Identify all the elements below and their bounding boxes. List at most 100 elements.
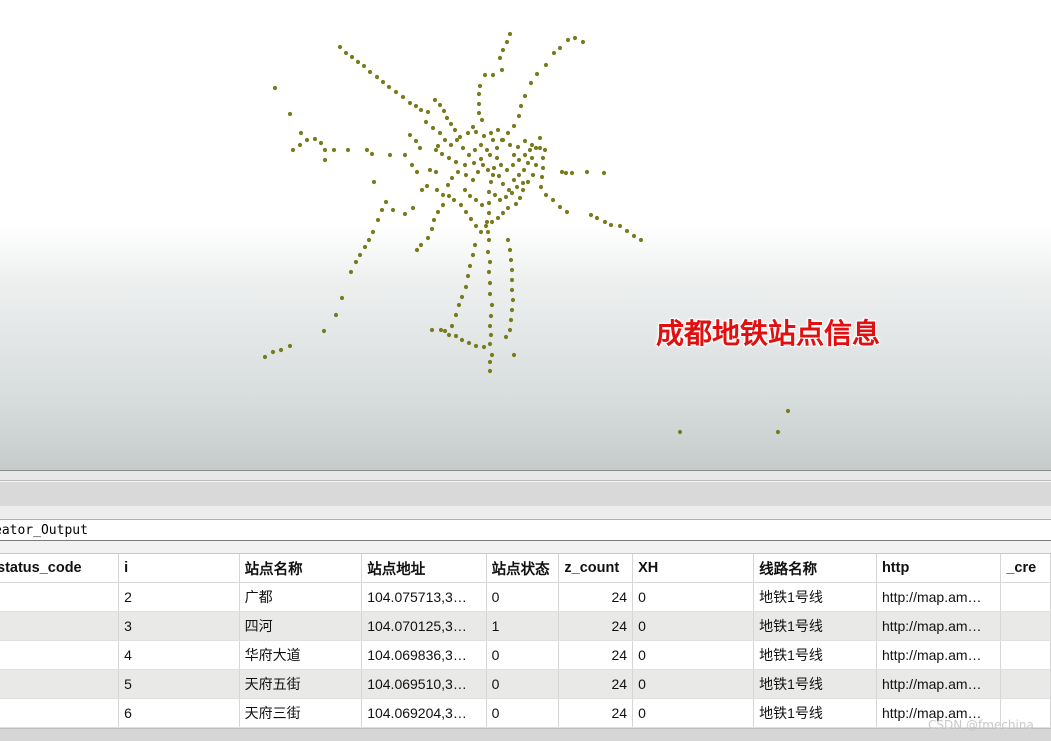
layer-tab[interactable]: eator_Output	[0, 520, 1051, 541]
station-point-icon	[498, 162, 504, 168]
station-point-icon	[470, 124, 476, 130]
table-row[interactable]: 6 天府三街 104.069204,3… 0 24 0 地铁1号线 http://map.am…	[0, 698, 1051, 728]
station-point-icon	[518, 103, 524, 109]
station-point-icon	[504, 39, 510, 45]
table-cell-z-count: 24	[558, 669, 634, 699]
station-point-icon	[504, 167, 510, 173]
station-point-icon	[357, 252, 363, 258]
map-title: 成都地铁站点信息	[656, 317, 881, 350]
station-point-icon	[418, 107, 424, 113]
table-cell-addr: 104.069204,3…	[361, 698, 487, 728]
station-point-icon	[485, 167, 491, 173]
table-row[interactable]: 2 广都 104.075713,3… 0 24 0 地铁1号线 http://map.am…	[0, 582, 1051, 612]
table-cell-xh: 0	[632, 582, 755, 612]
station-point-icon	[456, 302, 462, 308]
station-point-icon	[509, 277, 515, 283]
station-point-icon	[371, 179, 377, 185]
station-point-icon	[369, 151, 375, 157]
column-header[interactable]: 站点状态	[486, 554, 560, 583]
station-point-icon	[550, 197, 556, 203]
column-header[interactable]: 站点地址	[361, 554, 487, 583]
station-point-icon	[551, 50, 557, 56]
station-point-icon	[473, 197, 479, 203]
station-point-icon	[488, 179, 494, 185]
station-point-icon	[489, 352, 495, 358]
table-cell-http: http://map.am…	[876, 582, 1002, 612]
table-cell-name: 四河	[239, 611, 363, 641]
station-point-icon	[775, 429, 781, 435]
station-point-icon	[465, 273, 471, 279]
table-row[interactable]: 3 四河 104.070125,3… 1 24 0 地铁1号线 http://map.am…	[0, 611, 1051, 641]
station-point-icon	[486, 210, 492, 216]
map-view[interactable]: 成都地铁站点信息	[0, 0, 1051, 470]
station-point-icon	[349, 54, 355, 60]
station-point-icon	[486, 237, 492, 243]
station-point-icon	[483, 223, 489, 229]
station-point-icon	[446, 332, 452, 338]
station-point-icon	[463, 284, 469, 290]
column-header[interactable]: i	[118, 554, 240, 583]
column-header[interactable]: 线路名称	[753, 554, 877, 583]
station-point-icon	[337, 44, 343, 50]
column-header[interactable]: 站点名称	[239, 554, 363, 583]
station-point-icon	[677, 429, 683, 435]
station-point-icon	[287, 343, 293, 349]
table-row[interactable]: 5 天府五街 104.069510,3… 0 24 0 地铁1号线 http://map.am…	[0, 669, 1051, 699]
column-header[interactable]: status_code	[0, 554, 120, 583]
station-point-icon	[287, 111, 293, 117]
station-point-icon	[496, 173, 502, 179]
station-point-icon	[617, 223, 623, 229]
table-cell-status-code	[0, 582, 120, 612]
station-point-icon	[487, 359, 493, 365]
station-point-icon	[488, 130, 494, 136]
station-point-icon	[495, 215, 501, 221]
column-header[interactable]: XH	[632, 554, 755, 583]
station-point-icon	[409, 162, 415, 168]
station-point-icon	[565, 37, 571, 43]
station-point-icon	[429, 327, 435, 333]
station-point-icon	[608, 222, 614, 228]
station-point-icon	[362, 244, 368, 250]
station-point-icon	[476, 101, 482, 107]
station-point-icon	[497, 197, 503, 203]
station-point-icon	[530, 172, 536, 178]
station-point-icon	[486, 189, 492, 195]
attribute-toolbar	[0, 481, 1051, 507]
station-point-icon	[442, 328, 448, 334]
station-point-icon	[490, 72, 496, 78]
station-point-icon	[380, 79, 386, 85]
station-point-icon	[402, 211, 408, 217]
horizontal-scrollbar[interactable]	[0, 728, 1051, 741]
station-points-layer[interactable]	[0, 0, 1051, 470]
station-point-icon	[312, 136, 318, 142]
column-header[interactable]: http	[876, 554, 1002, 583]
station-point-icon	[559, 169, 565, 175]
station-point-icon	[462, 162, 468, 168]
station-point-icon	[500, 181, 506, 187]
station-point-icon	[463, 209, 469, 215]
station-point-icon	[494, 145, 500, 151]
table-cell-addr: 104.075713,3…	[361, 582, 487, 612]
station-point-icon	[278, 347, 284, 353]
station-point-icon	[489, 219, 495, 225]
column-header[interactable]: z_count	[558, 554, 634, 583]
station-point-icon	[491, 165, 497, 171]
station-point-icon	[505, 237, 511, 243]
column-header[interactable]: _cre	[1000, 554, 1051, 583]
station-point-icon	[437, 130, 443, 136]
station-point-icon	[487, 152, 493, 158]
station-point-icon	[478, 156, 484, 162]
station-point-icon	[638, 237, 644, 243]
table-cell-xh: 0	[632, 698, 755, 728]
table-cell-status-code	[0, 698, 120, 728]
table-row[interactable]: 4 华府大道 104.069836,3… 0 24 0 地铁1号线 http://map.am…	[0, 640, 1051, 670]
station-point-icon	[540, 155, 546, 161]
station-point-icon	[429, 226, 435, 232]
table-cell-state: 0	[486, 582, 560, 612]
station-point-icon	[439, 151, 445, 157]
station-point-icon	[432, 97, 438, 103]
table-cell-state: 1	[486, 611, 560, 641]
station-point-icon	[624, 228, 630, 234]
station-point-icon	[374, 74, 380, 80]
station-point-icon	[355, 59, 361, 65]
